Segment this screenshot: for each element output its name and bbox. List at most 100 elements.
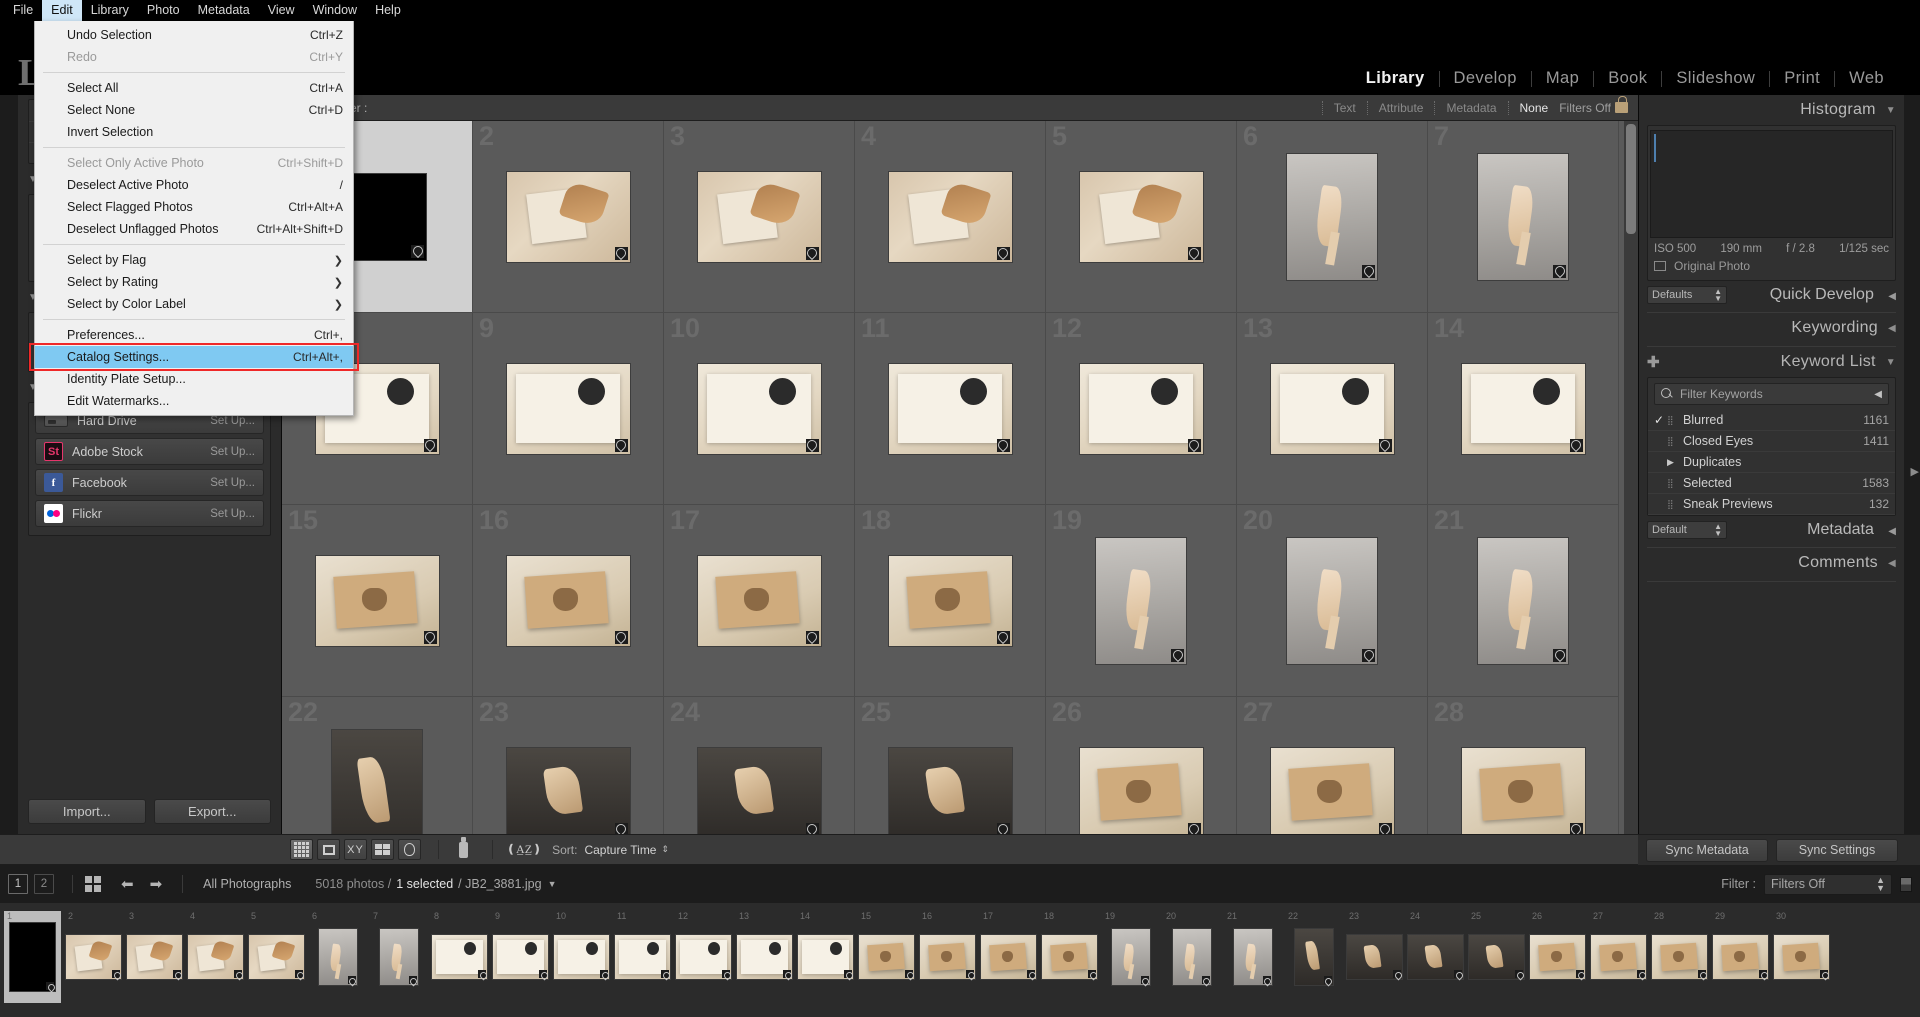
grid-cell[interactable]: 26: [1046, 697, 1237, 834]
keyword-row[interactable]: ⣿Sneak Previews132: [1648, 494, 1895, 515]
filmstrip-cell[interactable]: 10: [553, 911, 610, 1003]
filmstrip-thumbnail[interactable]: [492, 934, 549, 980]
grid-cell[interactable]: 14: [1428, 313, 1619, 505]
filmstrip-thumbnail[interactable]: [1773, 934, 1830, 980]
filmstrip-cell[interactable]: 9: [492, 911, 549, 1003]
menu-help[interactable]: Help: [366, 0, 410, 21]
filmstrip-cell[interactable]: 5: [248, 911, 305, 1003]
grid-cell[interactable]: 10: [664, 313, 855, 505]
photo-thumbnail[interactable]: [506, 555, 631, 647]
photo-thumbnail[interactable]: [506, 747, 631, 835]
filmstrip-thumbnail[interactable]: [126, 934, 183, 980]
publish-service-row[interactable]: fFacebookSet Up...: [35, 469, 264, 496]
menu-item-preferences[interactable]: Preferences...Ctrl+,: [35, 324, 353, 346]
photo-thumbnail[interactable]: [331, 729, 423, 835]
menu-item-select-by-color-label[interactable]: Select by Color Label❯: [35, 293, 353, 315]
filmstrip-cell[interactable]: 16: [919, 911, 976, 1003]
keyword-row[interactable]: ⣿Closed Eyes1411: [1648, 431, 1895, 452]
photo-thumbnail[interactable]: [1477, 153, 1569, 281]
metadata-badge-icon[interactable]: [411, 245, 424, 258]
module-library[interactable]: Library: [1352, 69, 1439, 88]
filmstrip-thumbnail[interactable]: [1041, 934, 1098, 980]
menu-metadata[interactable]: Metadata: [189, 0, 259, 21]
stepper-icon[interactable]: ▲▼: [1714, 288, 1722, 302]
photo-thumbnail[interactable]: [888, 363, 1013, 455]
filter-tab-attribute[interactable]: Attribute: [1367, 101, 1435, 115]
grid-cell[interactable]: 18: [855, 505, 1046, 697]
filmstrip-cell[interactable]: 8: [431, 911, 488, 1003]
lock-icon[interactable]: [1615, 102, 1628, 113]
filmstrip-cell[interactable]: 6: [309, 911, 366, 1003]
filmstrip-cell[interactable]: 27: [1590, 911, 1647, 1003]
grid-cell[interactable]: 28: [1428, 697, 1619, 834]
filmstrip-cell[interactable]: 2: [65, 911, 122, 1003]
metadata-badge-icon[interactable]: [1171, 649, 1184, 662]
original-photo-checkbox[interactable]: [1654, 261, 1666, 271]
photo-thumbnail[interactable]: [506, 171, 631, 263]
keyword-row[interactable]: ▶Duplicates: [1648, 452, 1895, 473]
metadata-badge-icon[interactable]: [1570, 823, 1583, 835]
filmstrip-thumbnail[interactable]: [1346, 934, 1403, 980]
menu-item-catalog-settings[interactable]: Catalog Settings...Ctrl+Alt+,: [35, 346, 353, 368]
filmstrip-cell[interactable]: 11: [614, 911, 671, 1003]
collapse-right-icon[interactable]: ▶: [1911, 465, 1919, 478]
photo-thumbnail[interactable]: [315, 555, 440, 647]
module-book[interactable]: Book: [1594, 69, 1661, 88]
filter-keywords-input[interactable]: Filter Keywords ◀: [1654, 383, 1889, 405]
photo-thumbnail[interactable]: [1079, 363, 1204, 455]
screen-1-button[interactable]: 1: [8, 874, 28, 894]
filmstrip-thumbnail[interactable]: [1407, 934, 1464, 980]
keyword-list-header[interactable]: ✚ Keyword List ▼: [1647, 347, 1896, 377]
filmstrip-cell[interactable]: 23: [1346, 911, 1403, 1003]
grid-view-toggle-icon[interactable]: [85, 876, 101, 892]
menu-item-select-by-rating[interactable]: Select by Rating❯: [35, 271, 353, 293]
metadata-badge-icon[interactable]: [1379, 823, 1392, 835]
menu-item-select-flagged-photos[interactable]: Select Flagged PhotosCtrl+Alt+A: [35, 196, 353, 218]
filmstrip-thumbnail[interactable]: [1651, 934, 1708, 980]
filmstrip-cell[interactable]: 30: [1773, 911, 1830, 1003]
publish-service-setup-link[interactable]: Set Up...: [210, 477, 255, 489]
histogram-graph[interactable]: [1650, 130, 1893, 238]
menu-file[interactable]: File: [4, 0, 42, 21]
filmstrip-thumbnail[interactable]: [1529, 934, 1586, 980]
keyword-row[interactable]: ⣿Selected1583: [1648, 473, 1895, 494]
sort-value[interactable]: Capture Time: [584, 843, 656, 857]
spray-can-icon[interactable]: [452, 839, 475, 860]
metadata-badge-icon[interactable]: [806, 631, 819, 644]
grid-cell[interactable]: 16: [473, 505, 664, 697]
edit-menu-dropdown[interactable]: Undo SelectionCtrl+ZRedoCtrl+YSelect All…: [34, 21, 354, 416]
metadata-badge-icon[interactable]: [1553, 265, 1566, 278]
filmstrip-cell[interactable]: 3: [126, 911, 183, 1003]
compare-view-icon[interactable]: XY: [344, 839, 367, 860]
grid-cell[interactable]: 7: [1428, 121, 1619, 313]
filmstrip-thumbnail[interactable]: [1468, 934, 1525, 980]
grid-cell[interactable]: 24: [664, 697, 855, 834]
metadata-badge-icon[interactable]: [1553, 649, 1566, 662]
filmstrip-thumbnail[interactable]: [858, 934, 915, 980]
photo-thumbnail[interactable]: [697, 171, 822, 263]
photo-thumbnail[interactable]: [1079, 171, 1204, 263]
filmstrip-cell[interactable]: 4: [187, 911, 244, 1003]
filmstrip[interactable]: 1234567891011121314151617181920212223242…: [0, 903, 1920, 1017]
menu-view[interactable]: View: [259, 0, 304, 21]
photo-thumbnail[interactable]: [1461, 363, 1586, 455]
filmstrip-cell[interactable]: 1: [4, 911, 61, 1003]
histogram-header[interactable]: Histogram ▼: [1647, 95, 1896, 125]
menu-item-deselect-active-photo[interactable]: Deselect Active Photo/: [35, 174, 353, 196]
grid-cell[interactable]: 13: [1237, 313, 1428, 505]
grid-scrollbar[interactable]: [1624, 121, 1638, 834]
module-map[interactable]: Map: [1532, 69, 1593, 88]
grid-cell[interactable]: 4: [855, 121, 1046, 313]
photo-thumbnail[interactable]: [1477, 537, 1569, 665]
comments-header[interactable]: Comments ◀: [1647, 548, 1896, 578]
chevron-left-icon[interactable]: ◀: [1874, 389, 1882, 400]
menu-photo[interactable]: Photo: [138, 0, 189, 21]
menu-item-select-by-flag[interactable]: Select by Flag❯: [35, 249, 353, 271]
forward-arrow-icon[interactable]: ➡: [150, 875, 163, 893]
photo-thumbnail[interactable]: [888, 747, 1013, 835]
survey-view-icon[interactable]: [371, 839, 394, 860]
filmstrip-cell[interactable]: 19: [1102, 911, 1159, 1003]
filmstrip-thumbnail[interactable]: [1712, 934, 1769, 980]
grid-cell[interactable]: 23: [473, 697, 664, 834]
metadata-badge-icon[interactable]: [997, 823, 1010, 835]
